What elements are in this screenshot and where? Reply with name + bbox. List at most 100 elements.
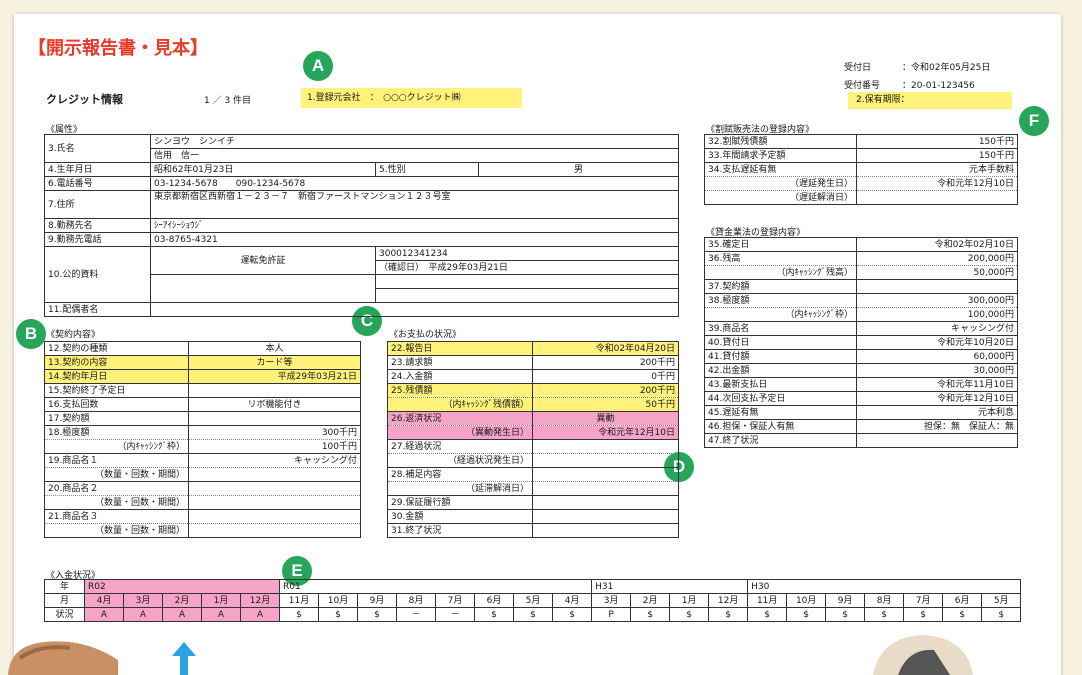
payment-row: 31.終了状況 (387, 523, 679, 538)
contract-row-value (188, 495, 361, 510)
contract-table: 12.契約の種類 本人 13.契約の内容 カード等 14.契約年月日 平成29年03月21… (44, 341, 361, 538)
deposit-status-cell: $ (708, 607, 749, 622)
document-title: 【開示報告書・見本】 (28, 38, 208, 59)
deposit-month-cell: 10月 (786, 593, 827, 608)
deposit-month-cell: 5月 (513, 593, 554, 608)
money-lending-table: 35.確定日 令和02年02月10日 36.残高 200,000円 （内ｷｬｯｼﾝｸﾞ残… (704, 237, 1018, 448)
payment-table: 22.報告日 令和02年04月20日 23.請求額 200千円 24.入金額 0千円 25.… (387, 341, 679, 538)
money-row-label: 44.次回支払予定日 (704, 391, 857, 406)
installment-row: 32.割賦残債額 150千円 (704, 134, 1018, 149)
payment-row-label: 29.保証履行額 (387, 495, 533, 510)
report-sheet: 【開示報告書・見本】 受付日 ：令和02年05月25日 受付番号 ：20-01-… (14, 14, 1061, 675)
payment-row: 22.報告日 令和02年04月20日 (387, 341, 679, 356)
deposit-month-cell: 5月 (981, 593, 1022, 608)
payment-row: 25.残債額 200千円 (387, 383, 679, 398)
public-docs-number: 300012341234 (374, 246, 680, 261)
money-row-label: 40.貸付日 (704, 335, 857, 350)
money-row: 42.出金額 30,000円 (704, 363, 1018, 378)
payment-row-value (532, 523, 679, 538)
money-row: 45.遅延有無 元本利息 (704, 405, 1018, 420)
sex-value: 男 (477, 162, 680, 177)
installment-row-label: 32.割賦残債額 (704, 134, 857, 149)
contract-row-label: （数量・回数・期間） (44, 495, 189, 510)
deposit-year-cell: H30 (747, 579, 1022, 594)
attributes-table: 3.氏名 シンヨウ シンイチ 信用 信一 4.生年月日 昭和62年01月23日 5.性… (44, 134, 680, 317)
deposit-status-cell: A (162, 607, 202, 622)
contract-row: 17.契約額 (44, 411, 361, 426)
contract-row-label: （数量・回数・期間） (44, 523, 189, 538)
payment-row-label: 22.報告日 (387, 341, 533, 356)
phone-value: 03-1234-5678 090-1234-5678 (149, 176, 680, 191)
payment-row: 24.入金額 0千円 (387, 369, 679, 384)
public-docs-type: 運転免許証 (150, 246, 376, 275)
payment-row-value: 令和02年04月20日 (532, 341, 679, 356)
installment-row-value: 150千円 (856, 148, 1018, 163)
contract-row-value (188, 523, 361, 538)
payment-row-label: （異動発生日） (387, 425, 533, 440)
payment-row-label: 24.入金額 (387, 369, 533, 384)
money-row-label: 38.極度額 (704, 293, 857, 308)
contract-row: 16.支払回数 リボ機能付き (44, 397, 361, 412)
money-row-label: 35.確定日 (704, 237, 857, 252)
money-row: 36.残高 200,000円 (704, 251, 1018, 266)
money-row-label: 42.出金額 (704, 363, 857, 378)
deposit-status-row: 状況 A A A A A $ $ $ －－ $ $ $ P $ $ $ $ $ $ $ $ $ $ (44, 607, 1022, 622)
deposit-status-cell: $ (786, 607, 827, 622)
contract-row-value: リボ機能付き (188, 397, 361, 412)
deposit-status-cell: $ (903, 607, 944, 622)
money-row-value: 令和元年11月10日 (856, 377, 1018, 392)
credit-info-label: クレジット情報 (46, 93, 123, 106)
contract-row-label: 20.商品名２ (44, 481, 189, 496)
money-row-value: 元本利息 (856, 405, 1018, 420)
payment-row-value: 200千円 (532, 355, 679, 370)
contract-row: （内ｷｬｯｼﾝｸﾞ枠） 100千円 (44, 439, 361, 454)
money-row-label: （内ｷｬｯｼﾝｸﾞ残高） (704, 265, 857, 280)
contract-row-label: 15.契約終了予定日 (44, 383, 189, 398)
payment-row-label: 27.経過状況 (387, 439, 533, 454)
deposit-status-cell: － (435, 607, 476, 622)
money-row-value: 300,000円 (856, 293, 1018, 308)
money-row-value: 50,000円 (856, 265, 1018, 280)
payment-row-value (532, 509, 679, 524)
deposit-status-cell: $ (747, 607, 788, 622)
contract-row-label: 17.契約額 (44, 411, 189, 426)
deposit-year-cell: R01 (279, 579, 593, 594)
payment-row-label: 23.請求額 (387, 355, 533, 370)
payment-row-label: （内ｷｬｯｼﾝｸﾞ残債額） (387, 397, 533, 412)
payment-row: 26.返済状況 異動 (387, 411, 679, 426)
contract-row-value: 本人 (188, 341, 361, 356)
money-row: 46.担保・保証人有無 担保：無 保証人：無 (704, 419, 1018, 434)
public-docs-label: 10.公的資料 (44, 246, 151, 303)
payment-row-value: 200千円 (532, 383, 679, 398)
deposit-status-cell: $ (279, 607, 320, 622)
money-row: 43.最新支払日 令和元年11月10日 (704, 377, 1018, 392)
receipt-no-label: 受付番号 (844, 81, 881, 91)
payment-row-value: 0千円 (532, 369, 679, 384)
contract-row: （数量・回数・期間） (44, 467, 361, 482)
deposit-month-cell: 2月 (162, 593, 202, 608)
payment-row-label: 28.補足内容 (387, 467, 533, 482)
installment-row-label: 33.年間請求予定額 (704, 148, 857, 163)
payment-row-label: 30.金額 (387, 509, 533, 524)
pointer-arrow-icon (172, 642, 196, 675)
money-row-value: 100,000円 (856, 307, 1018, 322)
installment-row-label: 34.支払遅延有無 (704, 162, 857, 177)
deposit-month-row: 月 4月 3月 2月 1月 12月 11月 10月 9月 8月 7月 6月 5月 4月 3月 2月 1月 12月 1… (44, 593, 1022, 608)
payment-row-value: 異動 (532, 411, 679, 426)
contract-row-label: 16.支払回数 (44, 397, 189, 412)
address-value: 東京都新宿区西新宿１－２３－７ 新宿ファーストマンション１２３号室 (149, 190, 680, 219)
name-kanji: 信用 信一 (149, 148, 680, 163)
sex-label: 5.性別 (375, 162, 479, 177)
contract-row-value (188, 411, 361, 426)
payment-row-value: 50千円 (532, 397, 679, 412)
deposit-status-cell: A (201, 607, 241, 622)
contract-row: （数量・回数・期間） (44, 523, 361, 538)
deposit-status-cell: － (396, 607, 437, 622)
installment-row: 34.支払遅延有無 元本手数料 (704, 162, 1018, 177)
payment-row: 30.金額 (387, 509, 679, 524)
money-row-value: 令和元年10月20日 (856, 335, 1018, 350)
contract-row: 15.契約終了予定日 (44, 383, 361, 398)
deposit-month-cell: 8月 (864, 593, 905, 608)
deposit-status-cell: P (591, 607, 632, 622)
contract-row-label: 13.契約の内容 (44, 355, 189, 370)
